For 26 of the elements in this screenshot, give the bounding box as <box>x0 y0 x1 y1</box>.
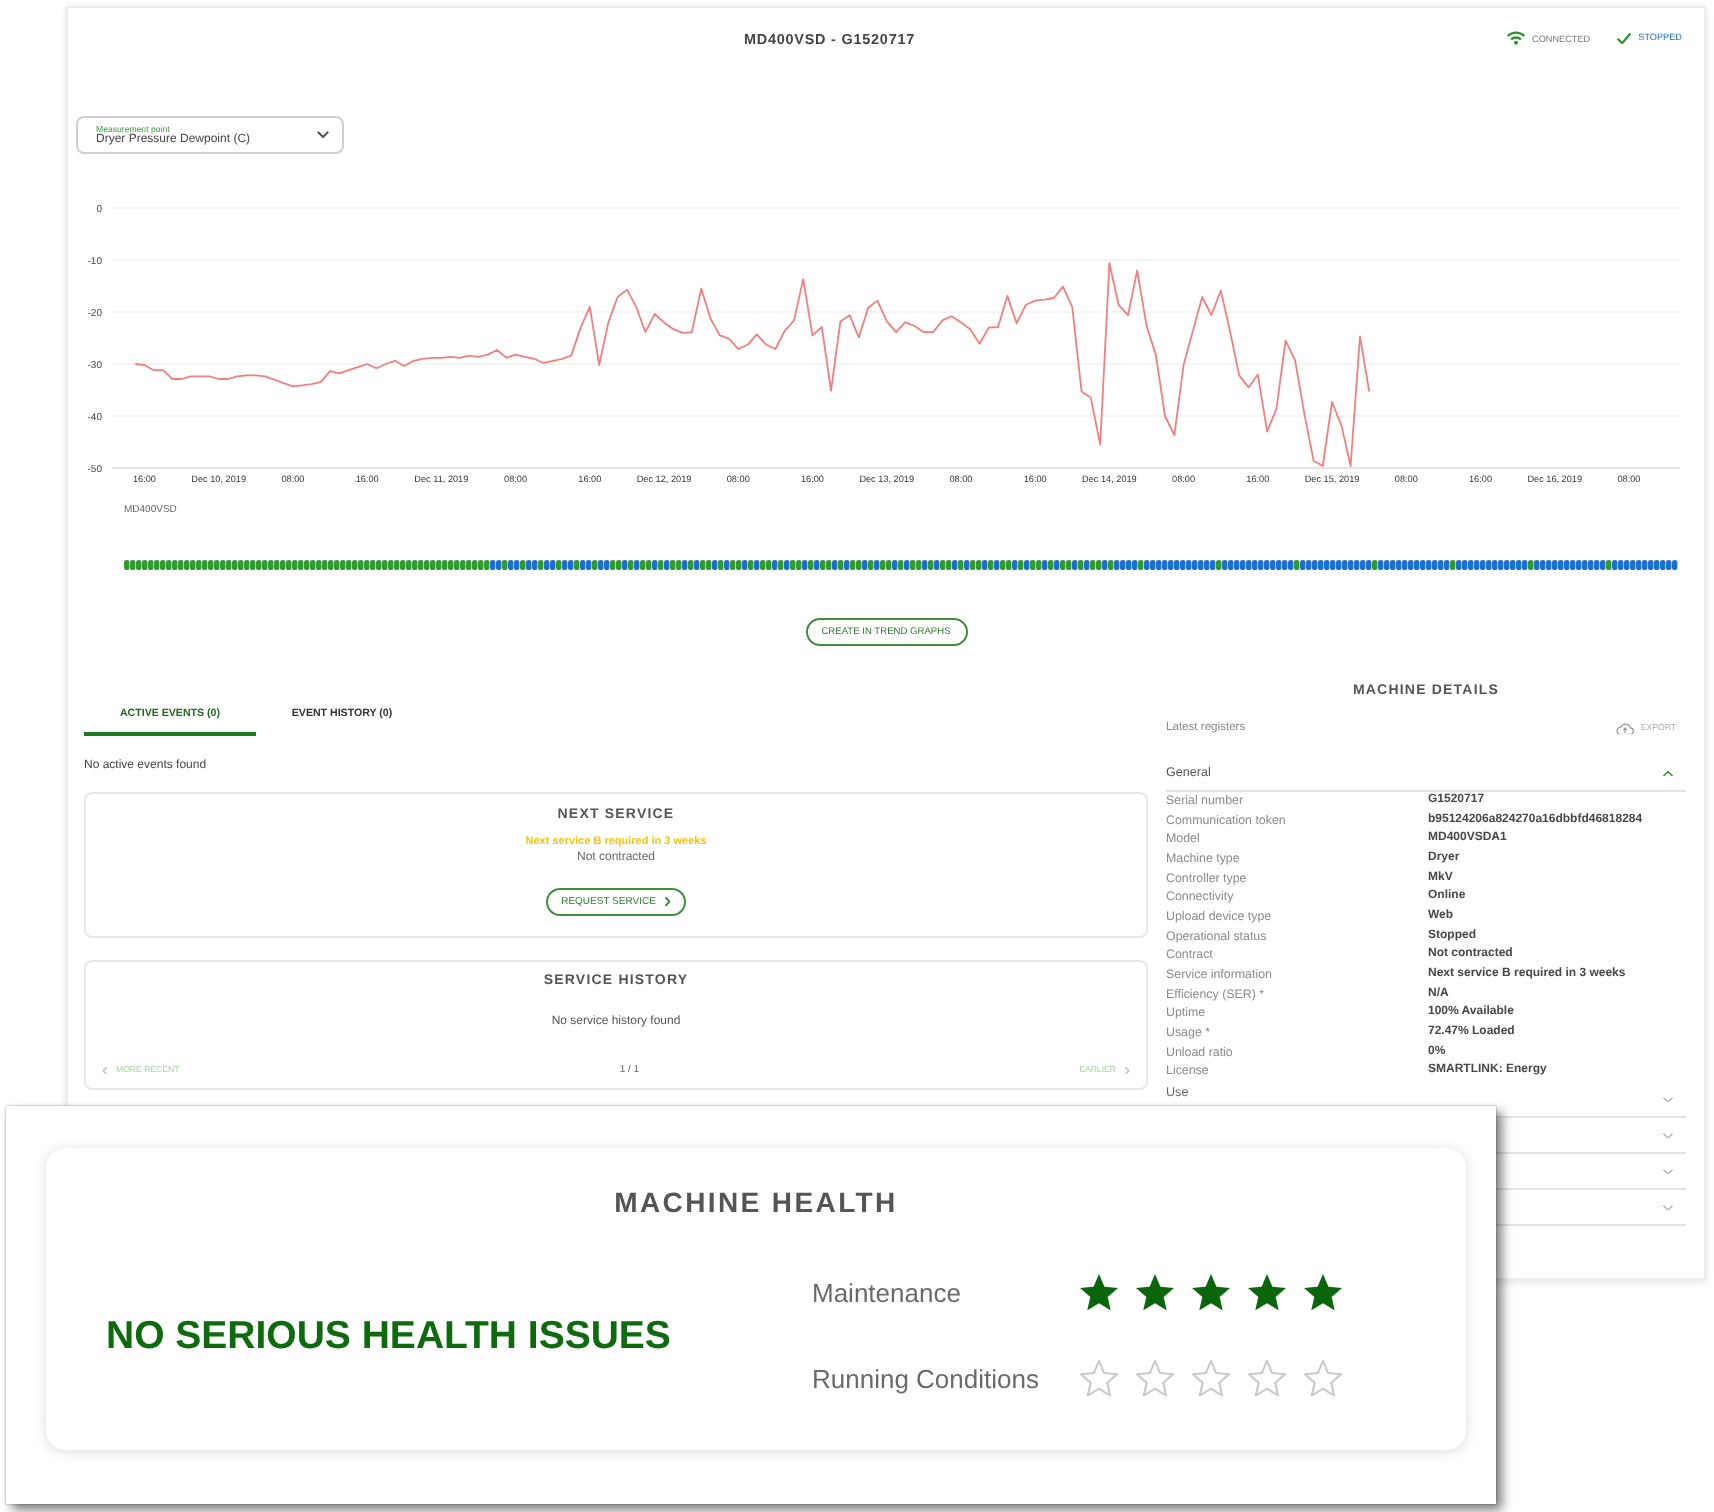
checkmark-icon <box>1616 31 1633 45</box>
empty-star-icon <box>1136 1359 1174 1397</box>
chevron-down-icon[interactable] <box>1662 1167 1674 1175</box>
cloud-upload-icon <box>1616 721 1635 735</box>
chevron-left-icon <box>102 1065 108 1075</box>
filled-star-icon <box>1304 1273 1342 1311</box>
caret-icon <box>316 130 330 140</box>
chevron-down-icon[interactable] <box>1662 1203 1674 1211</box>
chevron-up-icon[interactable] <box>1662 769 1674 777</box>
chevron-down-icon[interactable] <box>1662 1131 1674 1139</box>
empty-star-icon <box>1080 1359 1118 1397</box>
filled-star-icon <box>1248 1273 1286 1311</box>
chevron-right-icon <box>1123 1065 1130 1075</box>
rating-label: Running Conditions <box>812 1363 1041 1393</box>
filled-star-icon <box>1080 1273 1118 1311</box>
empty-star-icon <box>1248 1359 1286 1397</box>
empty-star-icon <box>1304 1359 1342 1397</box>
filled-star-icon <box>1136 1273 1174 1311</box>
health-title: MACHINE HEALTH <box>612 1186 900 1218</box>
chevron-right-icon <box>663 896 671 908</box>
filled-star-icon <box>1192 1273 1230 1311</box>
health-summary: NO SERIOUS HEALTH ISSUES <box>104 1311 673 1359</box>
rating-label: Maintenance <box>812 1277 963 1307</box>
wifi-icon <box>1506 30 1527 46</box>
empty-star-icon <box>1192 1359 1230 1397</box>
chevron-down-icon[interactable] <box>1662 1095 1674 1103</box>
